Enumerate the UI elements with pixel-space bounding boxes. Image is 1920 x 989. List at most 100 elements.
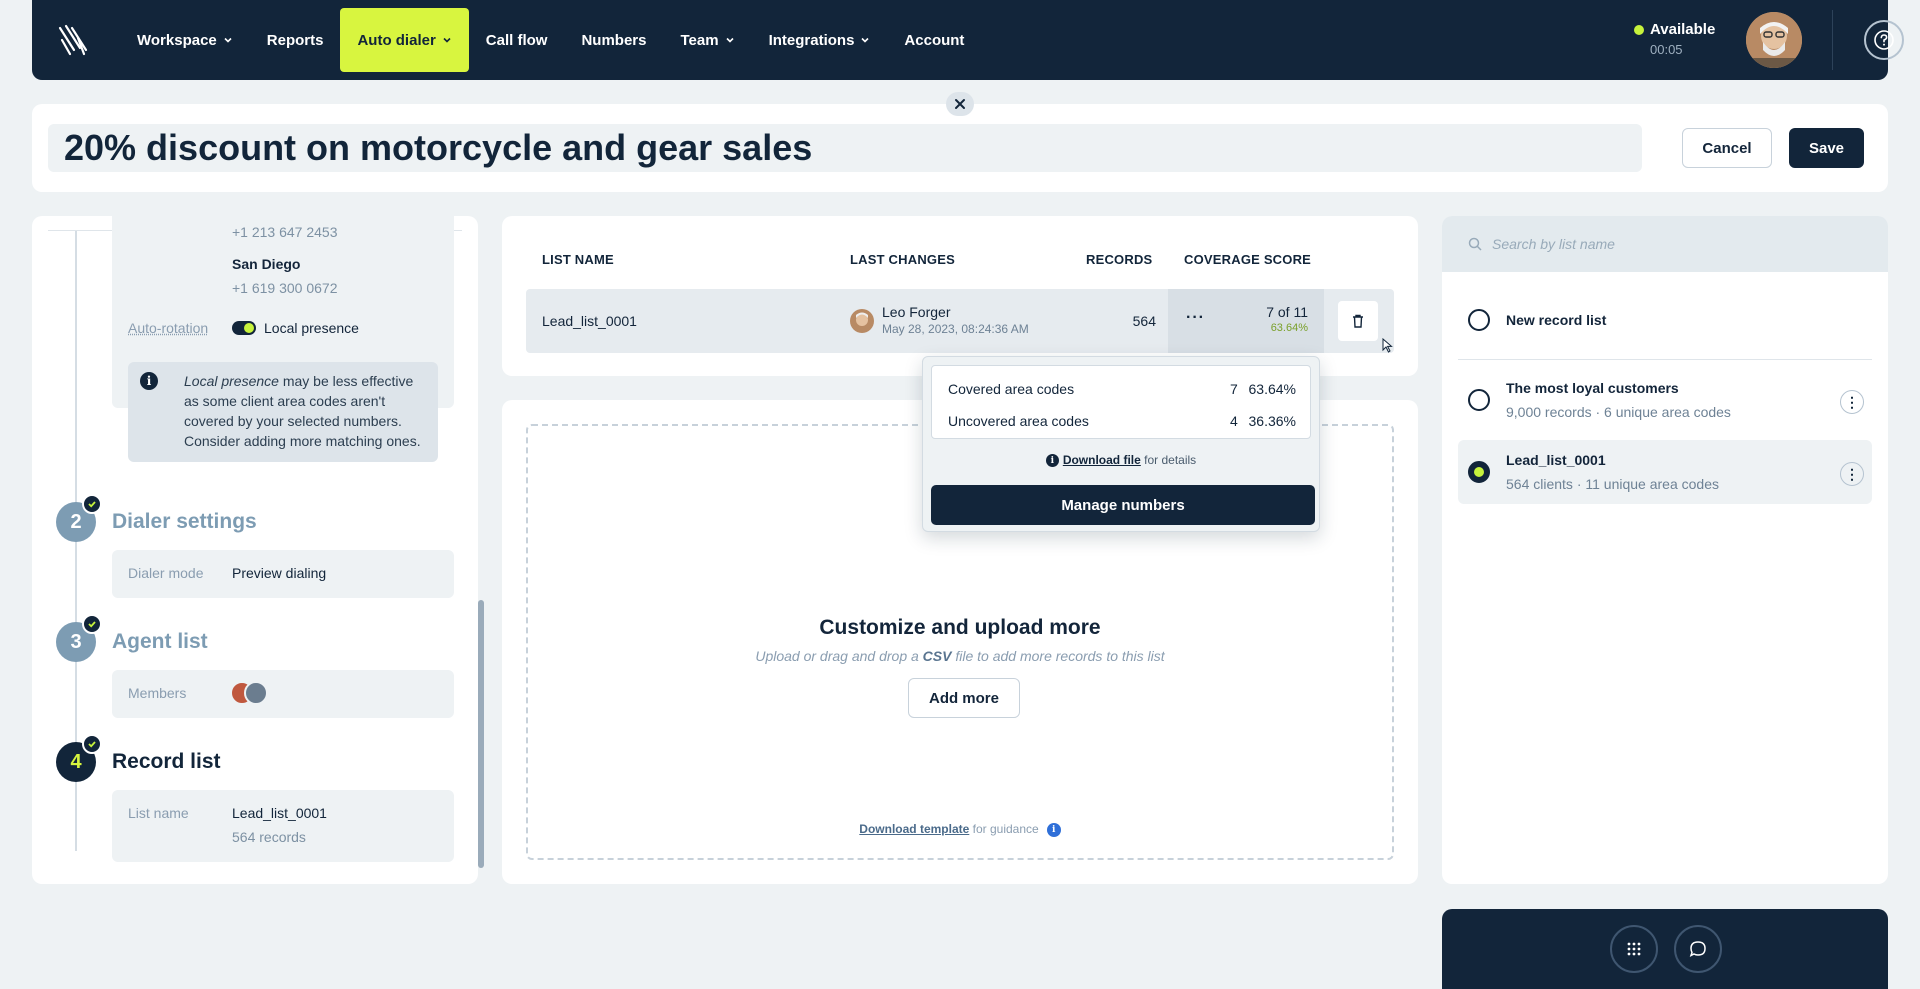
add-more-button[interactable]: Add more	[908, 678, 1020, 718]
nav-integrations[interactable]: Integrations	[752, 8, 888, 72]
radio-loyal-customers[interactable]	[1468, 389, 1490, 411]
chevron-down-icon	[726, 37, 734, 43]
template-hint: Download template for guidance i	[528, 822, 1392, 837]
uncovered-count: 4	[1230, 413, 1238, 429]
toggle-switch[interactable]	[232, 321, 256, 335]
radio-lead-list[interactable]	[1468, 461, 1490, 483]
save-button[interactable]: Save	[1789, 128, 1864, 168]
chevron-down-icon	[443, 37, 451, 43]
column-header: COVERAGE SCORE	[1184, 252, 1312, 267]
top-nav: Workspace Reports Auto dialer Call flow …	[32, 0, 1904, 80]
download-hint: i Download file for details	[923, 453, 1319, 468]
nav-integrations-label: Integrations	[768, 31, 855, 49]
download-template-link[interactable]: Download template	[859, 822, 969, 836]
field-label: List name	[128, 805, 189, 821]
upload-sub-pre: Upload or drag and drop a	[755, 648, 919, 664]
status-timer: 00:05	[1650, 42, 1683, 57]
nav-workspace[interactable]: Workspace	[120, 8, 250, 72]
campaign-header: 20% discount on motorcycle and gear sale…	[32, 104, 1888, 192]
check-icon	[82, 494, 102, 514]
divider	[1458, 359, 1872, 360]
agent-status[interactable]: Available 00:05	[1634, 21, 1715, 57]
auto-rotation-label: Auto-rotation	[128, 320, 209, 336]
coverage-score: 7 of 11	[1266, 304, 1308, 320]
more-icon[interactable]: ···	[1186, 309, 1205, 327]
nav-team-label: Team	[680, 31, 719, 49]
members-summary: Members	[112, 670, 454, 718]
kebab-menu-icon[interactable]: ⋮	[1840, 390, 1864, 414]
avatar	[244, 681, 268, 705]
column-header: RECORDS	[1086, 252, 1153, 267]
campaign-steps-panel: +1 213 647 2453 San Diego +1 619 300 067…	[32, 216, 478, 884]
nav-call-flow[interactable]: Call flow	[469, 8, 565, 72]
record-list-table: LIST NAME LAST CHANGES RECORDS COVERAGE …	[502, 216, 1418, 376]
nav-auto-dialer[interactable]: Auto dialer	[340, 8, 469, 72]
dialpad-icon[interactable]	[1610, 925, 1658, 973]
uncovered-row: Uncovered area codes 4 36.36%	[948, 413, 1296, 429]
manage-numbers-button[interactable]: Manage numbers	[931, 485, 1315, 525]
nav-reports-label: Reports	[266, 31, 324, 49]
chat-icon[interactable]	[1674, 925, 1722, 973]
check-icon	[82, 734, 102, 754]
phone-number: +1 619 300 0672	[232, 280, 338, 296]
avatar-image	[1746, 12, 1802, 68]
field-value: Preview dialing	[232, 565, 327, 581]
download-file-link[interactable]: Download file	[1063, 453, 1141, 467]
local-presence-label: Local presence	[264, 320, 359, 336]
uncovered-percent: 36.36%	[1248, 413, 1296, 429]
scrollbar[interactable]	[478, 600, 484, 868]
column-header: LIST NAME	[542, 252, 614, 267]
field-label: Dialer mode	[128, 565, 204, 581]
nav-account[interactable]: Account	[887, 8, 981, 72]
changed-at: May 28, 2023, 08:24:36 AM	[882, 322, 1029, 336]
coverage-popover: Covered area codes 7 63.64% Uncovered ar…	[922, 356, 1320, 532]
nav-workspace-label: Workspace	[137, 31, 217, 49]
step-title[interactable]: Dialer settings	[112, 510, 257, 534]
field-value: Lead_list_0001	[232, 805, 327, 821]
table-row[interactable]: Lead_list_0001 Leo Forger May 28, 2023, …	[526, 289, 1394, 353]
user-avatar[interactable]	[1746, 12, 1802, 68]
column-header: LAST CHANGES	[850, 252, 955, 267]
check-icon	[82, 614, 102, 634]
cancel-button[interactable]: Cancel	[1682, 128, 1772, 168]
list-item-title[interactable]: New record list	[1506, 312, 1606, 328]
nav-reports[interactable]: Reports	[250, 8, 341, 72]
step-title[interactable]: Record list	[112, 750, 221, 774]
record-list-summary: List name Lead_list_0001 564 records	[112, 790, 454, 862]
list-item-sub: 9,000 records · 6 unique area codes	[1506, 404, 1731, 420]
info-icon: i	[140, 372, 158, 390]
nav-team[interactable]: Team	[664, 8, 752, 72]
coverage-score-cell[interactable]: ··· 7 of 11 63.64%	[1168, 289, 1324, 353]
radio-new-record-list[interactable]	[1468, 309, 1490, 331]
kebab-menu-icon[interactable]: ⋮	[1840, 462, 1864, 486]
nav-account-label: Account	[904, 31, 965, 49]
step-number-text: 2	[70, 510, 82, 533]
field-label: Members	[128, 685, 187, 701]
info-icon[interactable]: i	[1046, 822, 1061, 837]
help-icon[interactable]	[1864, 20, 1904, 60]
softphone-dock	[1442, 909, 1888, 989]
upload-subtitle: Upload or drag and drop a CSV file to ad…	[528, 648, 1392, 664]
step-title[interactable]: Agent list	[112, 630, 208, 654]
nav-call-flow-label: Call flow	[485, 31, 548, 49]
trash-icon[interactable]	[1338, 301, 1378, 341]
avatar	[850, 309, 874, 333]
nav-divider	[1832, 10, 1833, 70]
list-item-title[interactable]: Lead_list_0001	[1506, 452, 1606, 468]
local-presence-toggle[interactable]: Local presence	[232, 320, 359, 336]
dialer-mode-summary: Dialer mode Preview dialing	[112, 550, 454, 598]
list-item-sub: 564 clients · 11 unique area codes	[1506, 476, 1719, 492]
list-item-selected[interactable]	[1458, 440, 1872, 504]
phone-number: +1 213 647 2453	[232, 224, 338, 240]
logo-icon[interactable]	[54, 20, 94, 60]
search-input[interactable]: Search by list name	[1442, 216, 1888, 272]
nav-numbers-label: Numbers	[581, 31, 647, 49]
mouse-cursor-icon	[1382, 338, 1393, 353]
chevron-down-icon	[224, 37, 232, 43]
step-number-text: 4	[70, 750, 82, 773]
close-icon[interactable]	[946, 92, 974, 116]
campaign-title-input[interactable]: 20% discount on motorcycle and gear sale…	[48, 124, 1642, 172]
covered-percent: 63.64%	[1248, 381, 1296, 397]
list-item-title[interactable]: The most loyal customers	[1506, 380, 1679, 396]
nav-numbers[interactable]: Numbers	[564, 8, 663, 72]
